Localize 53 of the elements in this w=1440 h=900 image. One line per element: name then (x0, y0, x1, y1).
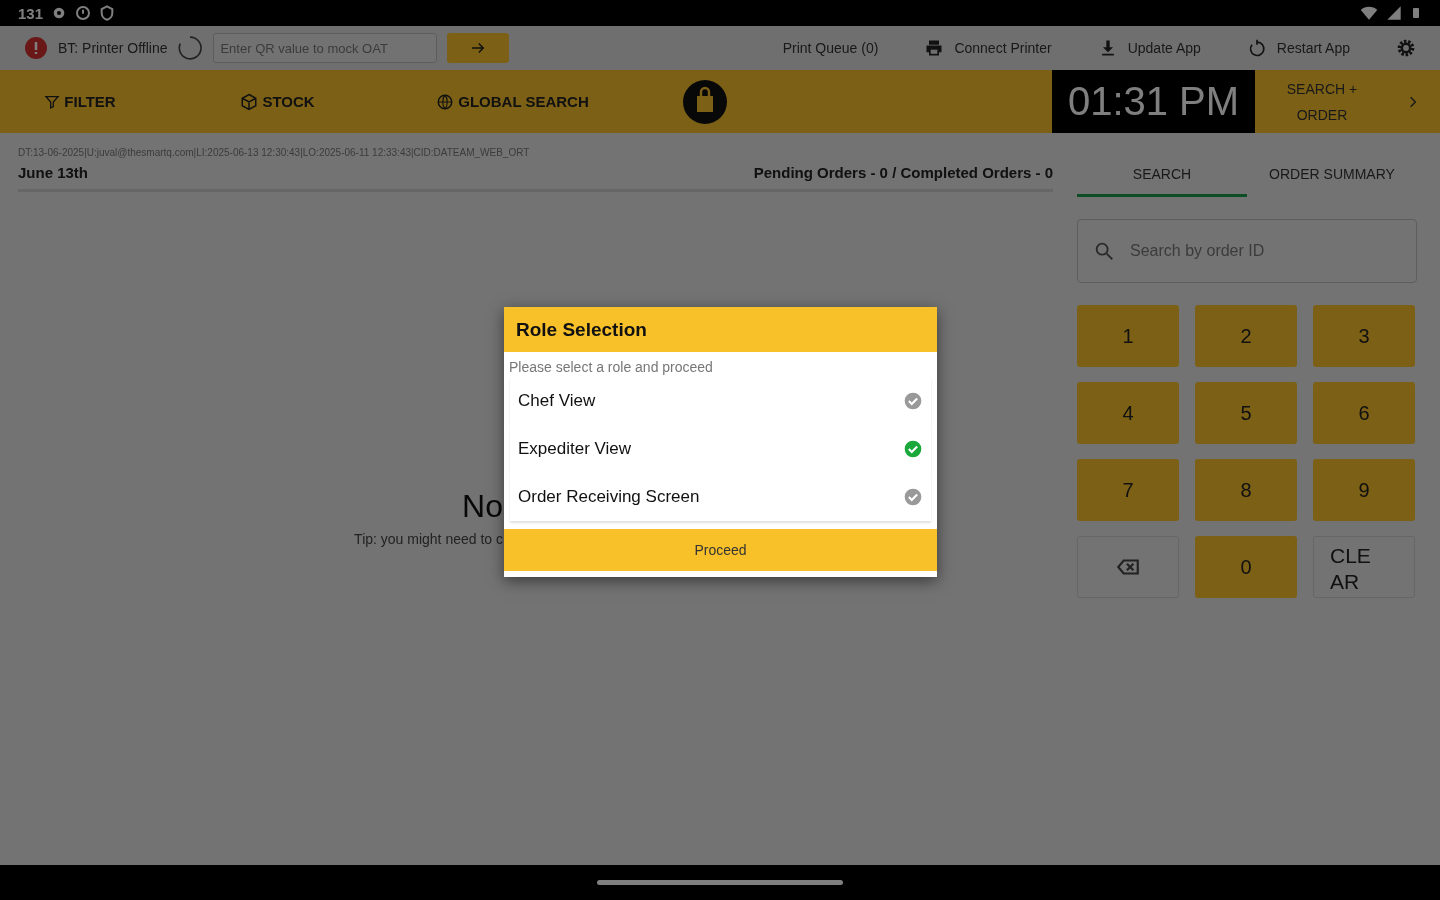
clock-icon (75, 5, 92, 21)
empty-title: No (462, 488, 503, 525)
filter-icon (44, 93, 61, 110)
digit-key[interactable]: 0 (1195, 536, 1297, 598)
order-counts: Pending Orders - 0 / Completed Orders - 0 (753, 164, 1053, 181)
digit-key[interactable]: 1 (1077, 305, 1179, 367)
digit-key[interactable]: 6 (1313, 382, 1415, 444)
clear-key[interactable]: CLEAR (1313, 536, 1415, 598)
role-option[interactable]: Expediter View (510, 425, 931, 473)
update-action[interactable]: Update App (1097, 38, 1201, 58)
printer-action[interactable]: Connect Printer (924, 38, 1052, 58)
settings-icon (1396, 38, 1416, 58)
panel-tab[interactable]: ORDER SUMMARY (1247, 153, 1417, 197)
printer-status: BT: Printer Offline (58, 40, 168, 56)
digit-key[interactable]: 7 (1077, 459, 1179, 521)
settings-button[interactable] (1396, 38, 1416, 58)
bag-icon (681, 77, 729, 126)
signal-icon (1386, 5, 1402, 21)
search-icon (1093, 240, 1115, 262)
search-order-button[interactable]: SEARCH + ORDER (1255, 70, 1440, 133)
stock-tab[interactable]: STOCK (160, 70, 395, 133)
search-field[interactable]: Search by order ID (1077, 219, 1417, 283)
printer-icon (924, 38, 945, 58)
status-time: 131 (18, 4, 44, 22)
backspace-key[interactable] (1077, 536, 1179, 598)
digit-key[interactable]: 9 (1313, 459, 1415, 521)
global-tab[interactable]: GLOBAL SEARCH (395, 70, 630, 133)
role-option[interactable]: Chef View (510, 377, 931, 425)
dialog-title: Role Selection (504, 307, 937, 352)
digit-key[interactable]: 8 (1195, 459, 1297, 521)
dialog-subtitle: Please select a role and proceed (508, 358, 714, 377)
submit-button[interactable] (447, 33, 510, 63)
spinner-icon (177, 35, 204, 61)
shield-icon (99, 5, 116, 21)
clock: 01:31 PM (1052, 70, 1255, 133)
role-option[interactable]: Order Receiving Screen (510, 473, 931, 521)
empty-tip: Tip: you might need to c (354, 531, 503, 547)
debug-info: DT:13-06-2025|U:juval@thesmartq.com|LI:2025-06-13 12:30:43|LO:2025-06-11 12:33:43|CID:DATEAM_WEB_ORT (18, 147, 531, 158)
panel-tab[interactable]: SEARCH (1077, 153, 1247, 197)
proceed-button[interactable]: Proceed (504, 529, 937, 571)
home-handle[interactable] (597, 880, 843, 885)
digit-key[interactable]: 4 (1077, 382, 1179, 444)
queue-action[interactable]: Print Queue (0) (782, 40, 879, 56)
order-date: June 13th (18, 164, 89, 181)
digit-key[interactable]: 2 (1195, 305, 1297, 367)
box-icon (240, 92, 259, 111)
wifi-icon (1360, 4, 1378, 22)
restart-action[interactable]: Restart App (1246, 38, 1350, 58)
filter-tab[interactable]: FILTER (0, 70, 160, 133)
globe-icon (436, 92, 455, 111)
digit-key[interactable]: 5 (1195, 382, 1297, 444)
error-icon (24, 36, 48, 60)
digit-key[interactable]: 3 (1313, 305, 1415, 367)
